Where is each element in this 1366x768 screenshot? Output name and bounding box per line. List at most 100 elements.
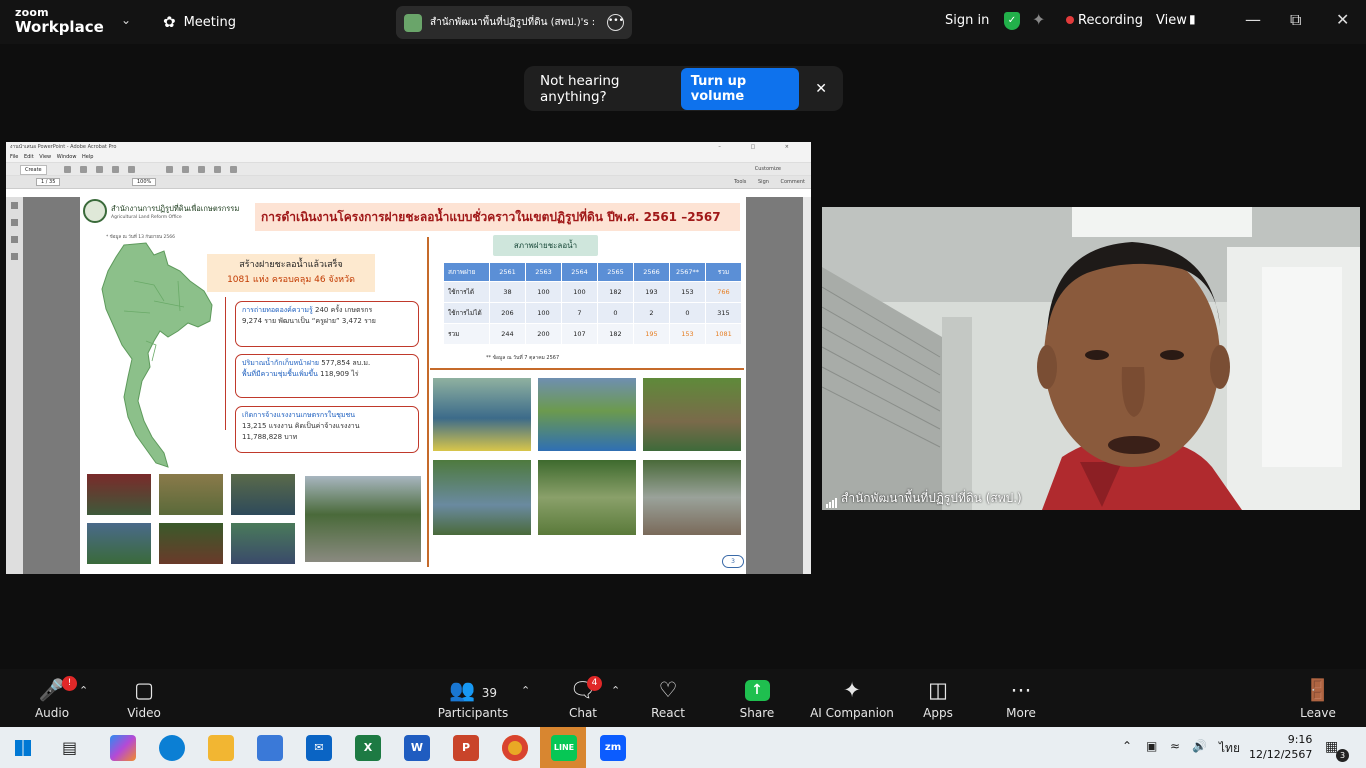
more-dots-icon: ⋯ xyxy=(1010,678,1032,702)
menu-view[interactable]: View xyxy=(39,154,51,160)
attach-icon[interactable] xyxy=(230,166,237,173)
close-toast-icon[interactable]: ✕ xyxy=(815,81,827,97)
audio-button[interactable]: 🎤 ! Audio xyxy=(12,674,92,720)
photo-3 xyxy=(230,473,296,516)
restore-icon[interactable]: ⧉ xyxy=(1290,10,1301,30)
view-menu[interactable]: View xyxy=(1156,13,1187,28)
divider-vertical xyxy=(427,237,429,567)
meet-now-icon[interactable]: ▣ xyxy=(1146,739,1157,753)
language-indicator[interactable]: ไทย xyxy=(1219,739,1240,758)
participant-name-label: สำนักพัฒนาพื้นที่ปฏิรูปที่ดิน (สพป.) xyxy=(826,489,1022,508)
audio-options-caret[interactable]: ⌃ xyxy=(79,684,88,697)
recording-indicator[interactable]: Recording xyxy=(1078,13,1143,28)
tools-sign-comment[interactable]: Tools Sign Comment xyxy=(734,179,805,185)
video-button[interactable]: ▢ Video xyxy=(104,674,184,720)
comment-icon[interactable] xyxy=(166,166,173,173)
mail-icon[interactable]: ✉ xyxy=(306,735,332,761)
system-clock[interactable]: 9:16 12/12/2567 xyxy=(1249,732,1312,762)
menu-edit[interactable]: Edit xyxy=(24,154,34,160)
photo-6 xyxy=(230,522,296,565)
volume-icon[interactable]: 🔊 xyxy=(1192,739,1207,753)
audio-toast: Not hearing anything? Turn up volume ✕ xyxy=(524,66,843,111)
minimize-icon[interactable]: — xyxy=(1245,10,1261,29)
share-button[interactable]: ↑ Share xyxy=(717,674,797,720)
file-explorer-icon[interactable] xyxy=(208,735,234,761)
leave-button[interactable]: 🚪 Leave xyxy=(1278,674,1358,720)
view-layout-icon[interactable]: ▮ xyxy=(1189,12,1196,26)
store-icon[interactable] xyxy=(257,735,283,761)
photo-weir-water xyxy=(432,459,532,536)
participants-button[interactable]: 👥 39 Participants xyxy=(433,674,513,720)
close-icon[interactable]: ✕ xyxy=(1336,10,1349,29)
apps-button[interactable]: ◫ Apps xyxy=(898,674,978,720)
menu-window[interactable]: Window xyxy=(57,154,77,160)
powerpoint-icon[interactable]: P xyxy=(453,735,479,761)
photo-5 xyxy=(158,522,224,565)
open-icon[interactable] xyxy=(64,166,71,173)
menu-file[interactable]: File xyxy=(10,154,18,160)
zoom-workplace-logo[interactable]: zoom Workplace xyxy=(15,7,104,35)
presenter-avatar xyxy=(404,13,422,32)
signal-bars-icon xyxy=(826,497,837,508)
copilot-icon[interactable] xyxy=(110,735,136,761)
pages-icon[interactable] xyxy=(11,202,18,209)
acrobat-menu-bar: File Edit View Window Help xyxy=(6,153,811,162)
audio-alert-badge: ! xyxy=(62,676,77,691)
photo-weir-building xyxy=(642,377,742,452)
turn-up-volume-button[interactable]: Turn up volume xyxy=(680,67,800,110)
line-icon[interactable]: LINE xyxy=(551,735,577,761)
more-button[interactable]: ⋯ More xyxy=(981,674,1061,720)
sign-in-button[interactable]: Sign in xyxy=(945,13,989,28)
attachments-icon[interactable] xyxy=(11,236,18,243)
stamp-icon[interactable] xyxy=(198,166,205,173)
screen-share-indicator[interactable]: สำนักพัฒนาพื้นที่ปฏิรูปที่ดิน (สพป.)'s :… xyxy=(396,6,632,39)
chat-options-caret[interactable]: ⌃ xyxy=(611,684,620,697)
photo-1 xyxy=(86,473,152,516)
divider-horizontal xyxy=(430,368,744,370)
participant-video[interactable]: สำนักพัฒนาพื้นที่ปฏิรูปที่ดิน (สพป.) xyxy=(822,207,1360,510)
customize-dropdown[interactable]: Customize xyxy=(755,166,781,172)
chevron-down-icon[interactable]: ⌄ xyxy=(121,13,131,27)
windows-start-icon[interactable] xyxy=(15,740,31,756)
create-button[interactable]: Create xyxy=(20,165,47,175)
meeting-menu[interactable]: ✿ Meeting xyxy=(163,13,236,31)
ai-sparkle-icon[interactable]: ✦ xyxy=(1032,10,1045,29)
title-bar: zoom Workplace ⌄ ✿ Meeting สำนักพัฒนาพื้… xyxy=(0,0,1366,44)
acrobat-toolbar: Create Customize xyxy=(6,162,811,176)
participants-options-caret[interactable]: ⌃ xyxy=(521,684,530,697)
photo-2 xyxy=(158,473,224,516)
shield-check-icon[interactable]: ✓ xyxy=(1004,12,1020,30)
highlight-icon[interactable] xyxy=(182,166,189,173)
wifi-icon[interactable]: ≈ xyxy=(1170,739,1180,753)
chat-button[interactable]: 🗨 4 Chat xyxy=(543,674,623,720)
vertical-scrollbar[interactable] xyxy=(803,197,811,574)
edge-icon[interactable] xyxy=(159,735,185,761)
photo-4 xyxy=(86,522,152,565)
excel-icon[interactable]: X xyxy=(355,735,381,761)
react-button[interactable]: ♡ React xyxy=(628,674,708,720)
more-options-icon[interactable]: ••• xyxy=(607,14,624,31)
layers-icon[interactable] xyxy=(11,253,18,260)
word-icon[interactable]: W xyxy=(404,735,430,761)
task-view-icon[interactable]: ▤ xyxy=(62,738,77,757)
email-icon[interactable] xyxy=(112,166,119,173)
org-header: สำนักงานการปฏิรูปที่ดินเพื่อเกษตรกรรม Ag… xyxy=(83,199,239,223)
bookmarks-icon[interactable] xyxy=(11,219,18,226)
zoom-icon[interactable]: zm xyxy=(600,735,626,761)
print-icon[interactable] xyxy=(96,166,103,173)
recording-dot-icon xyxy=(1066,16,1074,24)
zoom-field[interactable]: 100% xyxy=(132,178,157,186)
chrome-icon[interactable] xyxy=(502,735,528,761)
menu-help[interactable]: Help xyxy=(82,154,93,160)
acrobat-title-bar: งานนำเสนอ PowerPoint - Adobe Acrobat Pro… xyxy=(6,142,811,153)
result-box-training: การถ่ายทอดองค์ความรู้ 240 ครั้ง เกษตรกร … xyxy=(235,301,419,347)
save-icon[interactable] xyxy=(80,166,87,173)
shared-screen[interactable]: งานนำเสนอ PowerPoint - Adobe Acrobat Pro… xyxy=(6,142,811,574)
ai-companion-button[interactable]: ✦ AI Companion xyxy=(802,674,902,720)
edit-icon[interactable] xyxy=(128,166,135,173)
meeting-controls: 🎤 ! Audio ⌃ ▢ Video 👥 39 Participants ⌃ … xyxy=(0,669,1366,727)
tray-overflow-icon[interactable]: ⌃ xyxy=(1122,739,1132,753)
page-number-field[interactable]: 1 / 35 xyxy=(36,178,61,186)
sign-icon[interactable] xyxy=(214,166,221,173)
page-number-badge: 3 xyxy=(722,555,744,568)
